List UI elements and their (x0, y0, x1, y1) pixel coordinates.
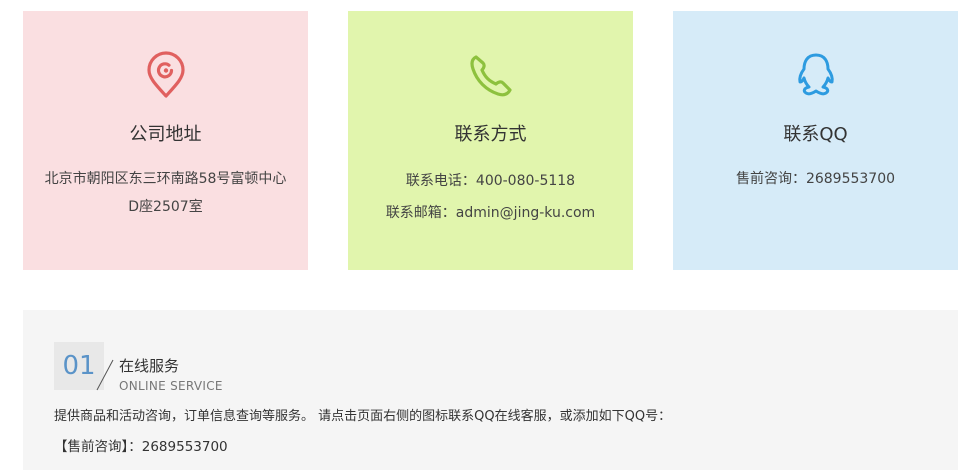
contact-title: 联系方式 (454, 124, 527, 145)
address-line-1: 北京市朝阳区东三环南路58号富顿中心 (44, 171, 287, 187)
location-pin-icon (142, 51, 190, 99)
contact-lines: 联系电话：400-080-5118 联系邮箱：admin@jing-ku.com (360, 165, 621, 229)
qq-penguin-icon (792, 51, 840, 99)
address-title: 公司地址 (129, 124, 202, 145)
qq-lines: 售前咨询：2689553700 (685, 165, 946, 193)
qq-presales[interactable]: 售前咨询：2689553700 (685, 165, 946, 193)
address-lines: 北京市朝阳区东三环南路58号富顿中心 D座2507室 (35, 165, 296, 221)
contact-phone[interactable]: 联系电话：400-080-5118 (360, 165, 621, 197)
contact-card: 联系方式 联系电话：400-080-5118 联系邮箱：admin@jing-k… (348, 11, 633, 270)
slash-divider-icon (93, 358, 117, 392)
address-line-2: D座2507室 (128, 199, 203, 215)
service-subtitle: ONLINE SERVICE (119, 379, 223, 393)
service-qq-number[interactable]: 【售前咨询】：2689553700 (54, 437, 228, 457)
address-card: 公司地址 北京市朝阳区东三环南路58号富顿中心 D座2507室 (23, 11, 308, 270)
qq-card: 联系QQ 售前咨询：2689553700 (673, 11, 958, 270)
contact-email[interactable]: 联系邮箱：admin@jing-ku.com (360, 197, 621, 229)
online-service-section: 01 在线服务 ONLINE SERVICE 提供商品和活动咨询，订单信息查询等… (23, 310, 958, 470)
service-description: 提供商品和活动咨询，订单信息查询等服务。 请点击页面右侧的图标联系QQ在线客服，… (54, 409, 672, 424)
qq-title: 联系QQ (783, 124, 848, 145)
service-title: 在线服务 (119, 357, 180, 375)
phone-icon (467, 51, 515, 99)
